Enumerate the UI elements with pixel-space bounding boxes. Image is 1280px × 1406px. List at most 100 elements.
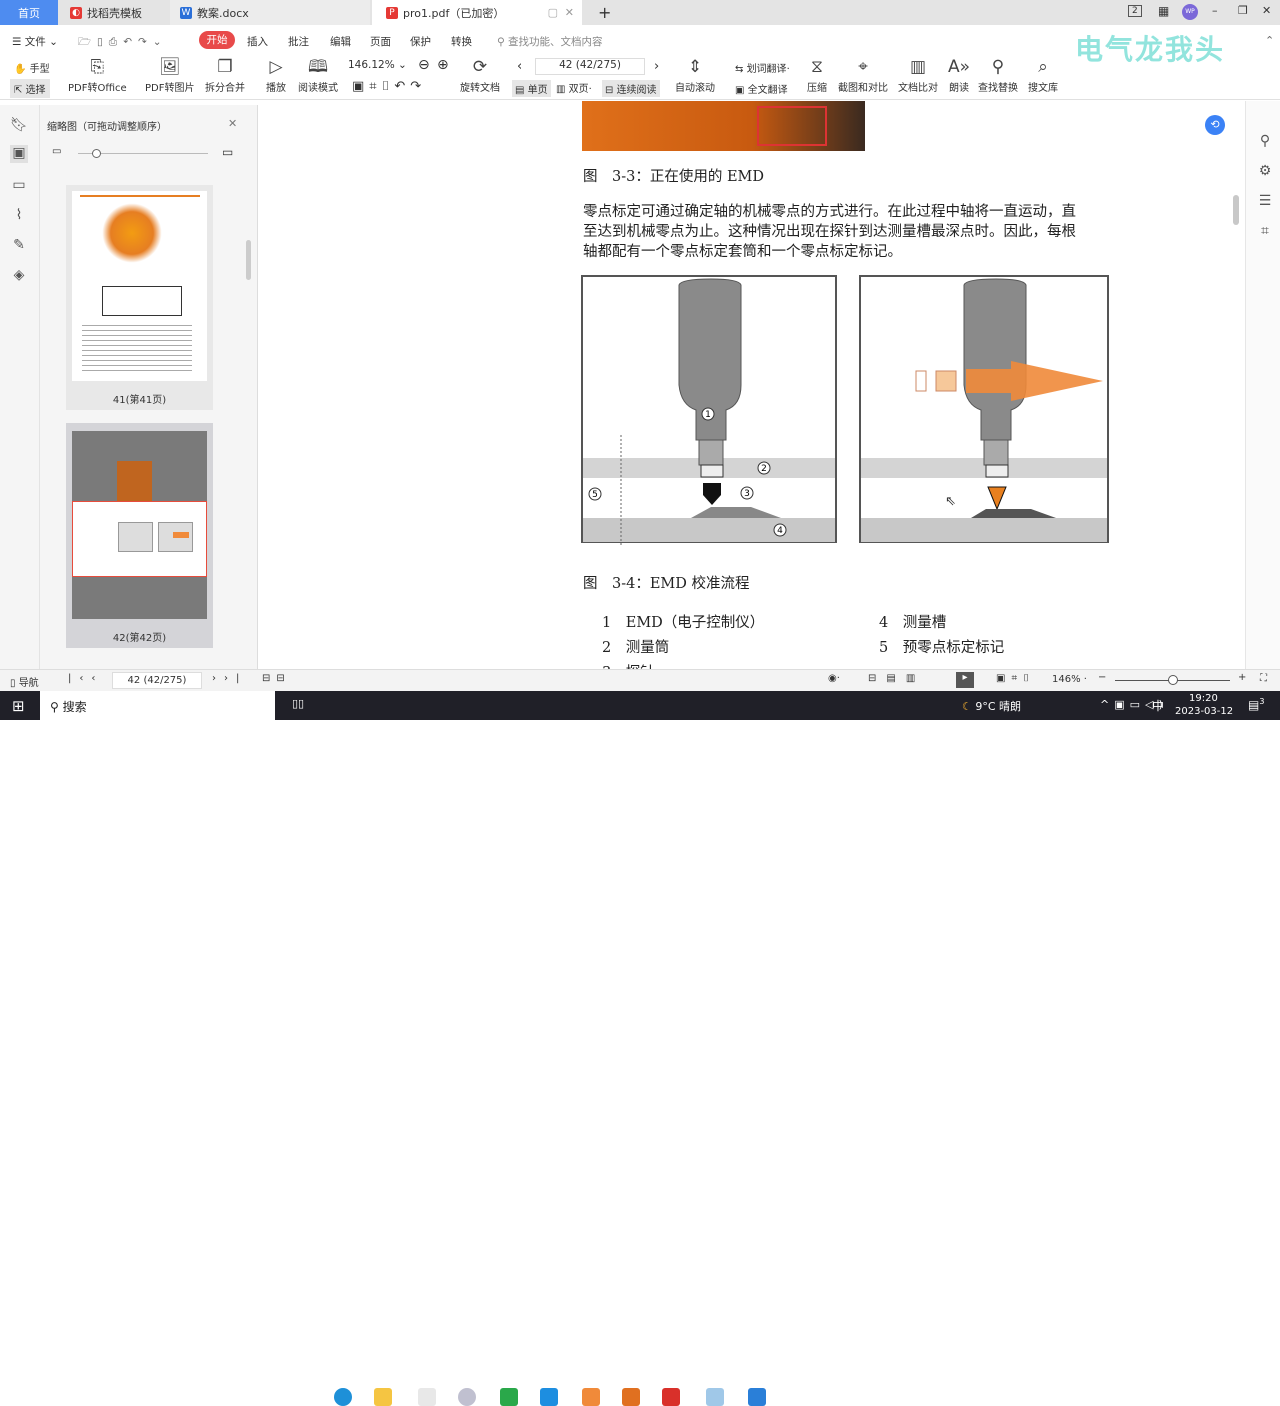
clock-time[interactable]: 19:20 (1189, 693, 1218, 704)
window-count-badge[interactable]: 2 (1128, 5, 1142, 17)
close-tab-icon[interactable]: ✕ (565, 6, 574, 19)
ime-indicator[interactable]: 中 (1152, 697, 1164, 714)
screenshot-compare-button[interactable]: ⌖ 截图和对比 (838, 55, 888, 94)
thumbnail-page-41[interactable]: 41(第41页) (66, 185, 213, 410)
task-view-icon[interactable]: ▯▯ (292, 697, 304, 710)
fit-rotate-icons[interactable]: ▣⌗⌷↶↷ (352, 79, 426, 94)
play-icon[interactable]: ▸ (956, 672, 974, 688)
zoom-select[interactable]: 146.12% ⌄ (348, 59, 407, 71)
settings-sliders-icon[interactable]: ☰ (1256, 193, 1274, 211)
mail-icon[interactable] (540, 1388, 558, 1406)
fit-icons[interactable]: ▣⌗⌷ (996, 673, 1035, 684)
pdf-to-image-button[interactable]: 🖼 PDF转图片 (145, 55, 194, 94)
adjust-icon[interactable]: ⚙ (1256, 163, 1274, 181)
word-translate-button[interactable]: ⇆ 划词翻译· (735, 60, 790, 75)
single-page-button[interactable]: ▤ 单页 (512, 80, 551, 97)
doc-compare-button[interactable]: ▥ 文档比对 (898, 55, 938, 94)
clock-date[interactable]: 2023-03-12 (1175, 706, 1233, 717)
zoom-out-button[interactable]: − (1098, 672, 1106, 683)
app-icon[interactable] (788, 1388, 806, 1406)
full-translate-button[interactable]: ▣ 全文翻译 (735, 81, 788, 96)
zoom-in-icon[interactable]: ⊕ (437, 57, 449, 73)
attachment-icon[interactable]: ⌇ (10, 207, 28, 225)
comment-icon[interactable]: ▭ (10, 177, 28, 195)
read-aloud-button[interactable]: A» 朗读 (948, 55, 970, 94)
status-page-input[interactable]: 42 (42/275) (112, 672, 202, 689)
tab-home[interactable]: 首页 (0, 0, 58, 25)
hand-tool[interactable]: ✋ 手型 (14, 60, 50, 75)
split-merge-button[interactable]: ❐ 拆分合并 (205, 55, 245, 94)
prev-page-icon[interactable]: ‹ (517, 59, 522, 74)
quick-access-icons[interactable]: 🗁▯⎙↶↷⌄ (78, 34, 168, 52)
app-icon[interactable] (500, 1388, 518, 1406)
view-mode-icons[interactable]: ⊟▤▥ (868, 673, 925, 684)
menu-start[interactable]: 开始 (199, 31, 235, 49)
first-prev-page-icons[interactable]: |‹‹ (68, 673, 103, 684)
menu-convert[interactable]: 转换 (451, 34, 472, 49)
find-replace-button[interactable]: ⚲ 查找替换 (978, 55, 1018, 94)
thumbnail-icon[interactable]: ▣ (10, 145, 28, 163)
doc-vertical-scrollbar[interactable] (1233, 195, 1239, 225)
next-last-page-icons[interactable]: ››| (212, 673, 247, 684)
scan-icon[interactable]: ⌗ (1256, 223, 1274, 241)
signature-icon[interactable]: ✎ (10, 237, 28, 255)
app-icon[interactable] (622, 1388, 640, 1406)
thumbnail-page-42[interactable]: 42(第42页) (66, 423, 213, 648)
menu-insert[interactable]: 插入 (247, 34, 268, 49)
weather-widget[interactable]: ☾ 9°C 晴朗 (962, 698, 1021, 714)
taskbar-search[interactable]: ⚲ 搜索 (40, 691, 275, 720)
collapse-ribbon-icon[interactable]: ⌃ (1265, 34, 1274, 47)
zoom-in-button[interactable]: + (1238, 672, 1246, 683)
menu-annotate[interactable]: 批注 (288, 34, 309, 49)
zoom-slider[interactable] (1115, 675, 1230, 685)
back-forward-icons[interactable]: ⊟⊟ (262, 673, 291, 684)
wps-icon[interactable] (662, 1388, 680, 1406)
app-icon[interactable] (458, 1388, 476, 1406)
pdf-to-office-button[interactable]: ⎘ PDF转Office (68, 55, 127, 94)
continuous-read-button[interactable]: ⊟ 连续阅读 (602, 80, 660, 97)
notification-center[interactable]: ▤3 (1248, 697, 1264, 712)
close-window-button[interactable]: ✕ (1262, 4, 1271, 17)
avatar[interactable]: WP (1182, 4, 1198, 20)
file-menu[interactable]: ☰ 文件 ⌄ (12, 34, 58, 49)
layers-icon[interactable]: ◈ (10, 267, 28, 285)
zoom-out-icon[interactable]: ⊖ (418, 57, 430, 73)
new-tab-button[interactable]: + (588, 0, 611, 25)
store-icon[interactable] (418, 1388, 436, 1406)
edge-icon[interactable] (334, 1388, 352, 1406)
menu-edit[interactable]: 编辑 (330, 34, 351, 49)
select-tool[interactable]: ⇱ 选择 (10, 79, 50, 98)
search-library-button[interactable]: ⌕ 搜文库 (1028, 55, 1058, 94)
compress-button[interactable]: ⧖ 压缩 (807, 55, 827, 94)
bookmark-icon[interactable]: 🔖︎ (10, 117, 28, 135)
app-icon[interactable] (706, 1388, 724, 1406)
page-number-input[interactable]: 42 (42/275) (535, 58, 645, 75)
apps-grid-icon[interactable]: ▦ (1158, 4, 1169, 18)
tab-docx[interactable]: W 教案.docx (170, 0, 370, 25)
rotate-document-button[interactable]: ⟳ 旋转文档 (460, 55, 500, 94)
thumb-size-slider[interactable] (78, 149, 208, 158)
document-view[interactable]: 图 3-3：正在使用的 EMD 零点标定可通过确定轴的机械零点的方式进行。在此过… (259, 101, 1231, 669)
explorer-icon[interactable] (374, 1388, 392, 1406)
auto-scroll-button[interactable]: ⇕ 自动滚动 (675, 55, 715, 94)
float-tab-icon[interactable]: ▢ (548, 6, 558, 19)
tab-template[interactable]: ◐ 找稻壳模板 (60, 0, 168, 25)
start-button[interactable]: ⊞ (12, 697, 25, 715)
minimize-button[interactable]: – (1212, 4, 1218, 17)
app-icon[interactable] (748, 1388, 766, 1406)
read-mode-button[interactable]: 🕮 阅读模式 (298, 55, 338, 94)
menu-page[interactable]: 页面 (370, 34, 391, 49)
thumbnail-scrollbar[interactable] (246, 240, 251, 280)
restore-button[interactable]: ❐ (1238, 4, 1248, 17)
fullscreen-icon[interactable]: ⛶ (1260, 673, 1267, 684)
menu-protect[interactable]: 保护 (410, 34, 431, 49)
next-page-icon[interactable]: › (654, 59, 659, 74)
play-button[interactable]: ▷ 播放 (266, 55, 286, 94)
app-icon[interactable] (582, 1388, 600, 1406)
nav-toggle[interactable]: ▯ 导航 (10, 674, 39, 689)
tab-pdf[interactable]: Ppro1.pdf（已加密） ✕ ▢ (372, 0, 582, 25)
status-zoom-select[interactable]: 146% · (1052, 674, 1087, 685)
close-panel-icon[interactable]: ✕ (228, 117, 237, 130)
search-function-input[interactable]: ⚲ 查找功能、文档内容 (497, 34, 603, 49)
eye-protect-icon[interactable]: ◉· (828, 673, 840, 684)
